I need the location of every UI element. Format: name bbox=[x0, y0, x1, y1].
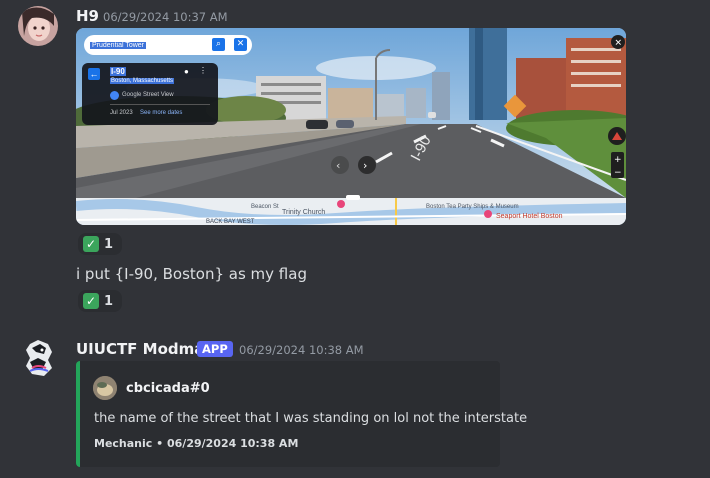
svg-text:+: + bbox=[614, 155, 622, 165]
reaction-count: 1 bbox=[104, 236, 114, 252]
svg-text:›: › bbox=[363, 159, 367, 172]
svg-text:✕: ✕ bbox=[615, 39, 623, 49]
avatar[interactable] bbox=[18, 6, 58, 46]
timestamp: 06/29/2024 10:38 AM bbox=[239, 343, 364, 357]
embed-author[interactable]: cbcicada#0 bbox=[126, 381, 210, 396]
location-subtitle: Boston, Massachusetts bbox=[110, 78, 175, 84]
username[interactable]: H9 bbox=[76, 7, 99, 25]
location-panel: ← I-90 Boston, Massachusetts ● ⋮ Google … bbox=[82, 63, 218, 125]
svg-text:−: − bbox=[614, 168, 622, 178]
map-label-trinity: Trinity Church bbox=[282, 209, 325, 216]
location-title: I-90 bbox=[110, 67, 126, 76]
svg-text:‹: ‹ bbox=[336, 159, 340, 172]
capture-date: Jul 2023 bbox=[110, 110, 133, 116]
divider bbox=[110, 104, 210, 105]
map-label-beacon: Beacon St bbox=[251, 204, 279, 210]
username[interactable]: UIUCTF Modmail bbox=[76, 340, 215, 358]
google-icon bbox=[110, 91, 119, 100]
message-text: i put {I-90, Boston} as my flag bbox=[76, 265, 307, 283]
check-emoji-icon: ✓ bbox=[83, 293, 99, 309]
embed-description: the name of the street that I was standi… bbox=[94, 411, 528, 426]
avatar[interactable] bbox=[18, 338, 58, 378]
embed: cbcicada#0 the name of the street that I… bbox=[76, 361, 527, 467]
pin-icon[interactable]: ● bbox=[184, 67, 189, 76]
search-icon[interactable]: ⌕ bbox=[212, 38, 225, 51]
more-dates-link[interactable]: See more dates bbox=[140, 110, 182, 116]
back-arrow-icon[interactable]: ← bbox=[88, 68, 100, 80]
more-icon[interactable]: ⋮ bbox=[199, 66, 207, 75]
embed-author-avatar bbox=[93, 376, 117, 400]
timestamp: 06/29/2024 10:37 AM bbox=[103, 10, 228, 24]
map-label-teaparty: Boston Tea Party Ships & Museum bbox=[426, 204, 519, 210]
map-label-seaport: Seaport Hotel Boston bbox=[496, 213, 563, 220]
close-icon[interactable]: ✕ bbox=[234, 38, 247, 51]
check-emoji-icon: ✓ bbox=[83, 236, 99, 252]
app-badge: APP bbox=[197, 341, 233, 357]
reaction-count: 1 bbox=[104, 293, 114, 309]
image-attachment[interactable]: I-90 ‹ › + − ✕ Trinity Church BACK BAY W… bbox=[76, 28, 626, 225]
search-input[interactable]: Prudential Tower bbox=[90, 41, 147, 49]
reaction-check[interactable]: ✓ 1 bbox=[78, 290, 122, 312]
embed-footer: Mechanic • 06/29/2024 10:38 AM bbox=[94, 437, 299, 450]
map-label-backbay: BACK BAY WEST bbox=[206, 219, 255, 225]
reaction-check[interactable]: ✓ 1 bbox=[78, 233, 122, 255]
search-box[interactable]: Prudential Tower ⌕ ✕ bbox=[84, 35, 252, 55]
source-label: Google Street View bbox=[122, 92, 174, 98]
